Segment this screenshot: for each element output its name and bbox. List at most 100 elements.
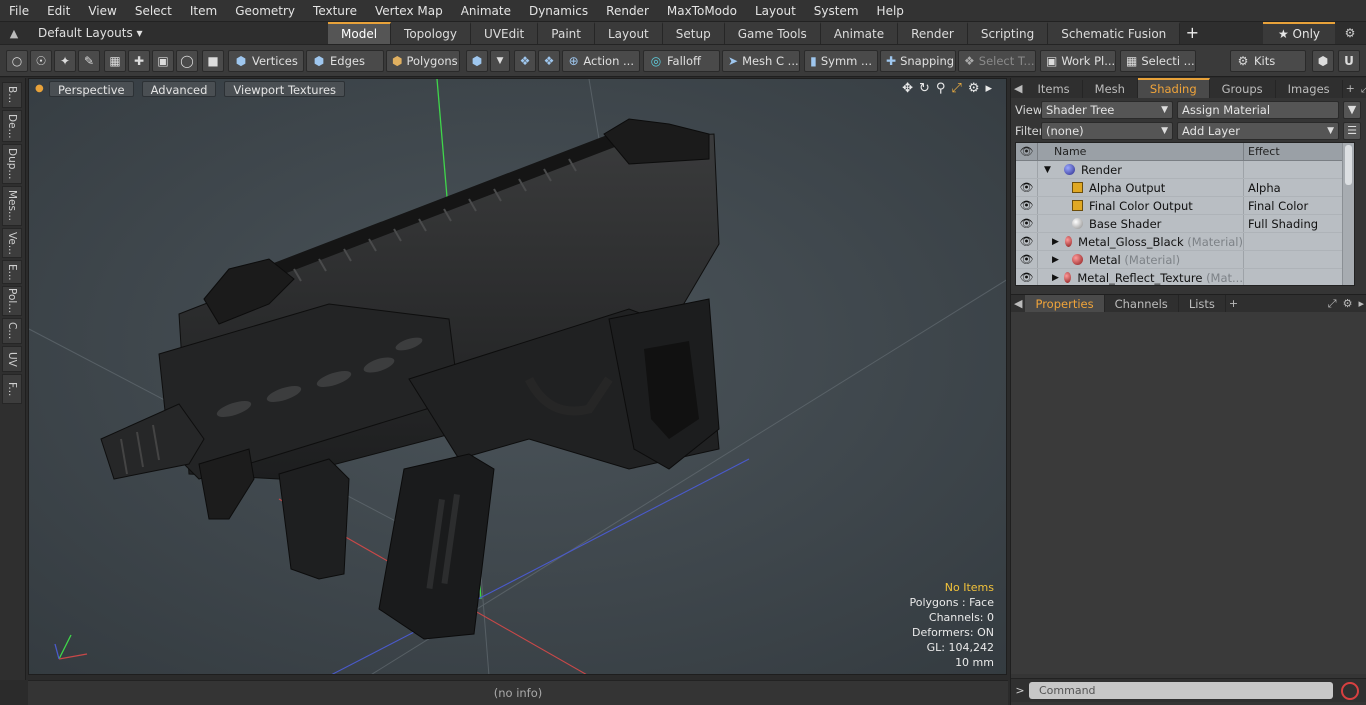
pivot-mode-icon[interactable]: ▣ [152, 50, 174, 72]
tree-scrollbar-thumb[interactable] [1345, 145, 1352, 185]
visibility-eye-icon[interactable]: 👁 [1016, 251, 1038, 268]
rotate-view-icon[interactable]: ↻ [919, 81, 930, 96]
tab-groups[interactable]: Groups [1210, 80, 1276, 98]
tab-items[interactable]: Items [1025, 80, 1083, 98]
add-panel-tab-icon[interactable]: + [1226, 295, 1241, 313]
tab-shading[interactable]: Shading [1137, 78, 1210, 98]
tab-scripting[interactable]: Scripting [967, 22, 1049, 44]
tab-schematic-fusion[interactable]: Schematic Fusion [1048, 22, 1181, 44]
tab-topology[interactable]: Topology [391, 22, 472, 44]
tab-game-tools[interactable]: Game Tools [724, 22, 821, 44]
visibility-eye-icon[interactable]: 👁 [1016, 179, 1038, 196]
zoom-view-icon[interactable]: ⚲ [936, 81, 946, 96]
left-tab-polygon[interactable]: Pol... [2, 286, 22, 316]
menu-select[interactable]: Select [126, 0, 181, 22]
expand-arrow-icon[interactable]: ▶ [1052, 251, 1072, 268]
viewport-expand-icon[interactable]: ▸ [985, 81, 992, 96]
left-tab-fusion[interactable]: F... [2, 374, 22, 404]
menu-maxtomodo[interactable]: MaxToModo [658, 0, 746, 22]
pen-icon[interactable]: ✦ [54, 50, 76, 72]
effect-cell[interactable]: Full Shading▼ [1244, 215, 1354, 232]
symmetry-button[interactable]: ▮ Symm ... [804, 50, 878, 72]
snapping-button[interactable]: ✚ Snapping [880, 50, 956, 72]
tree-row-final-color-output[interactable]: 👁 Final Color Output Final Color▼ [1016, 197, 1354, 215]
effect-column-header[interactable]: Effect [1244, 143, 1280, 160]
effect-cell[interactable]: Final Color▼ [1244, 197, 1354, 214]
brush-icon[interactable]: ✎ [78, 50, 100, 72]
menu-render[interactable]: Render [597, 0, 658, 22]
falloff-button[interactable]: ◎ Falloff [643, 50, 720, 72]
menu-edit[interactable]: Edit [38, 0, 79, 22]
tab-layout[interactable]: Layout [594, 22, 663, 44]
dropdown-arrow-icon[interactable]: ▼ [490, 50, 510, 72]
tree-scrollbar[interactable] [1342, 143, 1354, 285]
left-tab-edge[interactable]: E... [2, 260, 22, 284]
panel-settings-icon[interactable]: ⚙ [1340, 295, 1356, 313]
menu-view[interactable]: View [79, 0, 125, 22]
polygons-button[interactable]: ⬢ Polygons [386, 50, 460, 72]
mesh-constraint-button[interactable]: ➤ Mesh C ... [722, 50, 800, 72]
name-column-header[interactable]: Name [1038, 143, 1244, 160]
collapse-arrow-icon[interactable]: ▼ [1044, 161, 1064, 178]
panel-menu-icon[interactable]: ◀ [1011, 80, 1025, 98]
menu-vertex-map[interactable]: Vertex Map [366, 0, 452, 22]
select-circle-icon[interactable]: ○ [6, 50, 28, 72]
assign-material-button[interactable]: Assign Material [1177, 100, 1339, 119]
menu-animate[interactable]: Animate [452, 0, 520, 22]
panel-expand-icon[interactable]: ⤢ [1358, 80, 1366, 98]
tab-uvedit[interactable]: UVEdit [471, 22, 539, 44]
action-center-button[interactable]: ⊕ Action ... [562, 50, 640, 72]
panel-arrow-icon[interactable]: ▸ [1355, 295, 1366, 313]
tree-options-icon[interactable]: ☰ [1343, 121, 1361, 140]
visibility-eye-icon[interactable] [1016, 161, 1038, 178]
visibility-eye-icon[interactable]: 👁 [1016, 269, 1038, 285]
left-tab-basic[interactable]: B... [2, 82, 22, 108]
item-mode-icon[interactable]: ■ [202, 50, 224, 72]
maximize-view-icon[interactable]: ⤢ [951, 81, 961, 96]
menu-system[interactable]: System [805, 0, 868, 22]
left-tab-vertex[interactable]: Ve... [2, 228, 22, 258]
menu-texture[interactable]: Texture [304, 0, 366, 22]
tree-row-metal-reflect-texture[interactable]: 👁 ▶Metal_Reflect_Texture (Mat... ▼ [1016, 269, 1354, 285]
kits-button[interactable]: ⚙ Kits [1230, 50, 1306, 72]
command-input[interactable]: Command [1029, 682, 1333, 699]
tree-row-metal-gloss-black[interactable]: 👁 ▶Metal_Gloss_Black (Material) ▼ [1016, 233, 1354, 251]
left-tab-deform[interactable]: De... [2, 110, 22, 142]
menu-help[interactable]: Help [868, 0, 913, 22]
tree-row-alpha-output[interactable]: 👁 Alpha Output Alpha▼ [1016, 179, 1354, 197]
layout-home-icon[interactable]: ▲ [0, 27, 28, 40]
menu-layout[interactable]: Layout [746, 0, 805, 22]
filter-dropdown[interactable]: (none) ▼ [1041, 121, 1173, 140]
effect-cell[interactable]: Alpha▼ [1244, 179, 1354, 196]
sculpt-icon[interactable]: ❖ [538, 50, 560, 72]
globe-icon[interactable]: ☉ [30, 50, 52, 72]
vertices-button[interactable]: ⬢ Vertices [228, 50, 304, 72]
visibility-eye-icon[interactable]: 👁 [1016, 233, 1038, 250]
filter-funnel-icon[interactable]: ▼ [1343, 100, 1361, 119]
tab-mesh[interactable]: Mesh ... [1083, 80, 1138, 114]
work-plane-button[interactable]: ▣ Work Pl... [1040, 50, 1116, 72]
element-mode-icon[interactable]: ▦ [104, 50, 126, 72]
edge-mode-icon[interactable]: ◯ [176, 50, 198, 72]
left-tab-duplicate[interactable]: Dup... [2, 144, 22, 184]
viewport-textures-button[interactable]: Viewport Textures [224, 81, 346, 97]
only-toggle[interactable]: ★ Only [1263, 22, 1335, 44]
tree-row-render[interactable]: ▼ Render [1016, 161, 1354, 179]
tab-setup[interactable]: Setup [662, 22, 725, 44]
tab-animate[interactable]: Animate [820, 22, 899, 44]
viewport-settings-icon[interactable]: ⚙ [968, 81, 980, 96]
gear-icon[interactable]: ⚙ [1338, 22, 1362, 44]
move-view-icon[interactable]: ✥ [902, 81, 913, 96]
menu-geometry[interactable]: Geometry [226, 0, 304, 22]
tree-row-metal[interactable]: 👁 ▶Metal (Material) ▼ [1016, 251, 1354, 269]
tab-images[interactable]: Images [1276, 80, 1343, 98]
expand-arrow-icon[interactable]: ▶ [1052, 269, 1064, 285]
viewport-advanced-button[interactable]: Advanced [141, 81, 217, 97]
symmetry-icon[interactable]: ❖ [514, 50, 536, 72]
select-through-button[interactable]: ❖ Select T... [958, 50, 1036, 72]
visibility-eye-icon[interactable]: 👁 [1016, 197, 1038, 214]
add-tab-icon[interactable]: + [1180, 22, 1204, 44]
unreal-icon[interactable]: U [1338, 50, 1360, 72]
panel-expand-icon[interactable]: ⤢ [1325, 295, 1340, 313]
tab-lists[interactable]: Lists [1179, 294, 1226, 313]
